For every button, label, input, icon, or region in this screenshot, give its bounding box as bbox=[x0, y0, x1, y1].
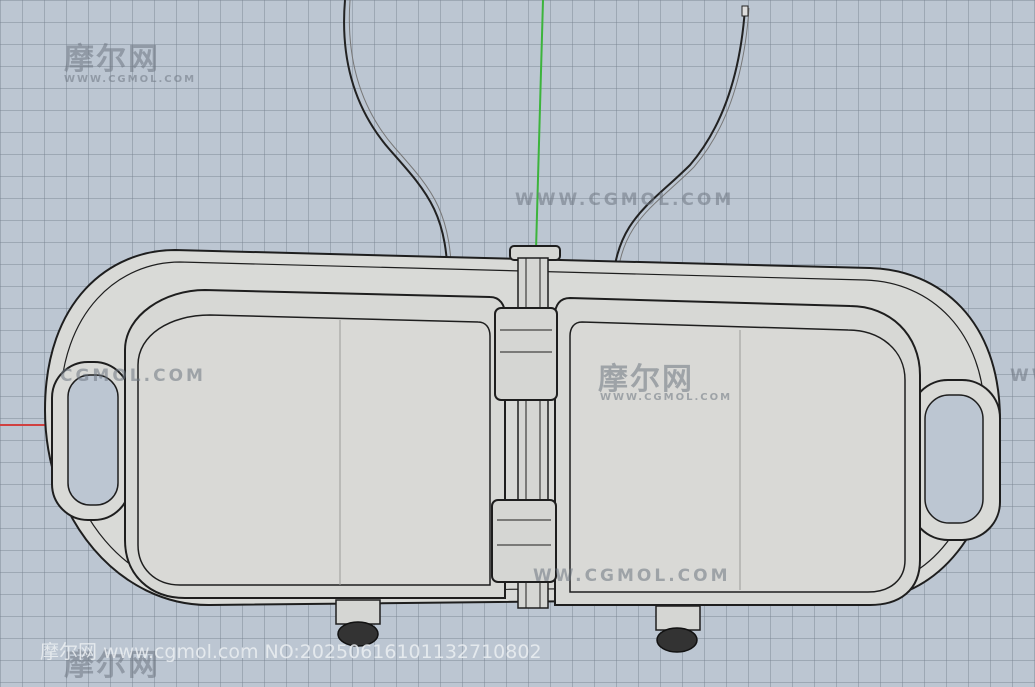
watermark-url-center: WWW.CGMOL.COM bbox=[600, 392, 733, 403]
watermark-url-top-left: WWW.CGMOL.COM bbox=[64, 74, 197, 85]
cable-tip bbox=[741, 5, 749, 17]
y-axis-line bbox=[535, 0, 544, 251]
right-handle bbox=[909, 379, 1001, 541]
watermark-line-left: CGMOL.COM bbox=[60, 366, 206, 386]
watermark-line-center-top: WWW.CGMOL.COM bbox=[515, 190, 735, 210]
cable-right bbox=[611, 7, 750, 291]
watermark-line-right: WW.CGMOL.COM bbox=[1010, 366, 1035, 386]
watermark-logo-top-left: 摩尔网 bbox=[64, 42, 160, 77]
footer-watermark: 摩尔网 www.cgmol.com NO:2025061610113271080… bbox=[40, 641, 542, 663]
model-render bbox=[0, 0, 1002, 653]
watermark-line-bottom: WW.CGMOL.COM bbox=[533, 566, 731, 586]
left-panel-face bbox=[137, 314, 491, 586]
cable-left bbox=[343, 0, 453, 291]
cad-viewport[interactable]: 摩尔网 WWW.CGMOL.COM WWW.CGMOL.COM CGMOL.CO… bbox=[0, 0, 1035, 687]
foot-right bbox=[655, 605, 701, 653]
